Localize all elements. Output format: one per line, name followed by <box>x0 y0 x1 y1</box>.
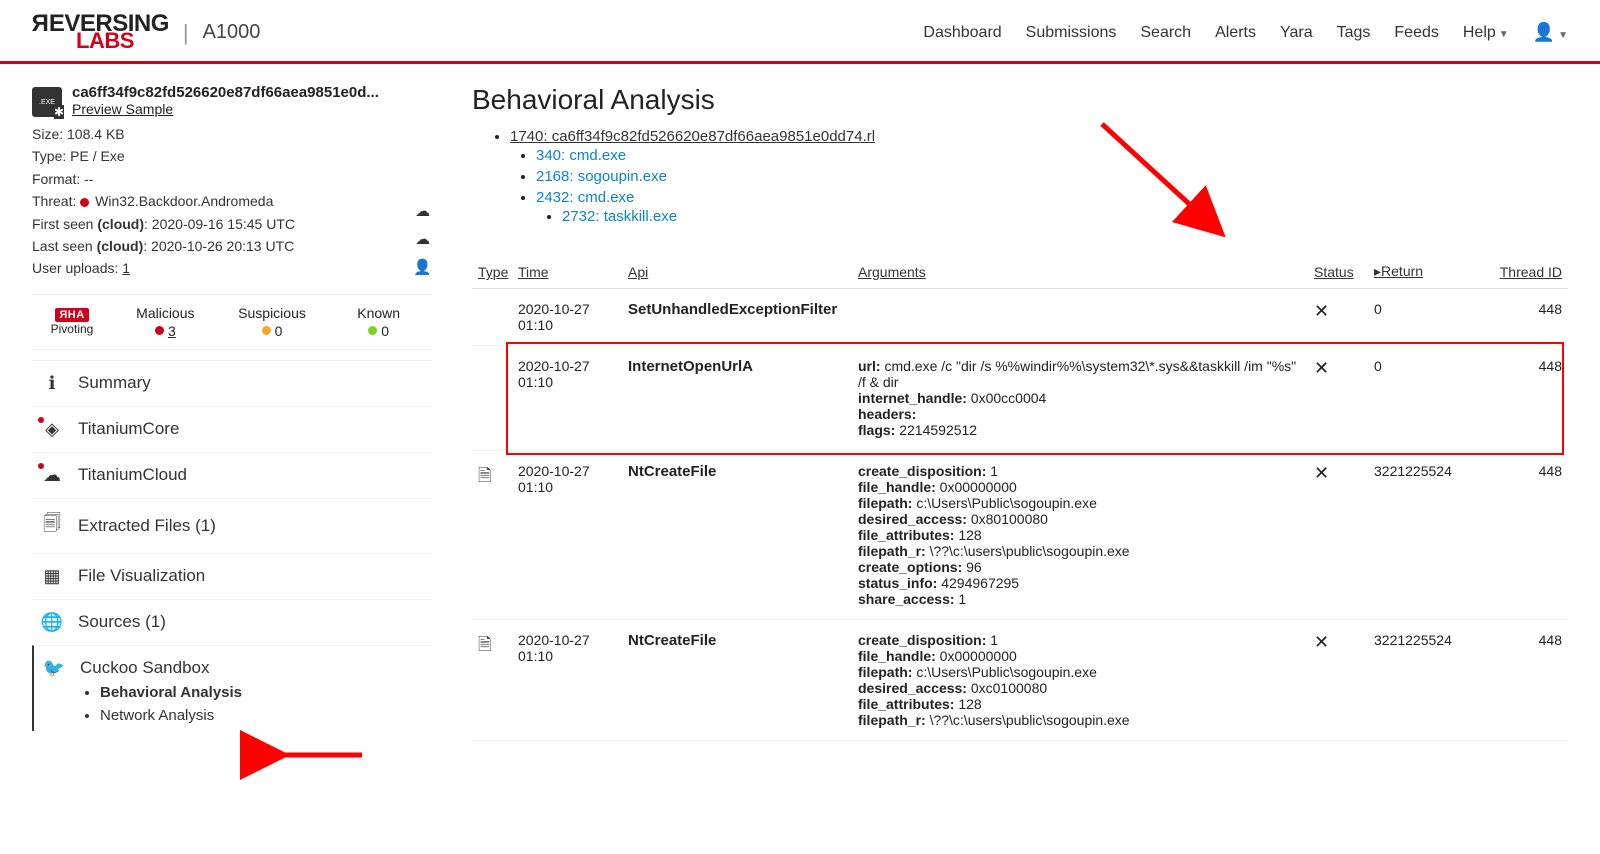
globe-icon: 🌐 <box>40 612 64 633</box>
files-icon: 🗐 <box>40 511 64 541</box>
preview-sample-link[interactable]: Preview Sample <box>72 101 173 117</box>
nav-yara[interactable]: Yara <box>1280 24 1313 42</box>
user-uploads-link[interactable]: 1 <box>122 260 130 276</box>
chevron-down-icon: ▼ <box>1499 29 1509 40</box>
table-row: 2020-10-27 01:10SetUnhandledExceptionFil… <box>472 289 1568 346</box>
file-icon: 🗎 <box>478 466 492 485</box>
col-thread[interactable]: Thread ID <box>1488 255 1568 289</box>
nav-help[interactable]: Help▼ <box>1463 24 1509 42</box>
sidebar-item-summary[interactable]: ℹSummary <box>32 360 432 406</box>
nav-alerts[interactable]: Alerts <box>1215 24 1256 42</box>
behavioral-table: Type Time Api Arguments Status ▸Return T… <box>472 255 1568 741</box>
sidebar-sub-behavioral[interactable]: Behavioral Analysis <box>100 681 424 704</box>
sidebar-item-sources[interactable]: 🌐Sources (1) <box>32 599 432 645</box>
diamond-icon: ◈ <box>40 419 64 440</box>
table-row: 🗎2020-10-27 01:10NtCreateFilecreate_disp… <box>472 451 1568 620</box>
nav-tags[interactable]: Tags <box>1337 24 1371 42</box>
logo[interactable]: REVERSING LABS <box>32 14 169 51</box>
sample-hash: ca6ff34f9c82fd526620e87df66aea9851e0d... <box>72 84 379 101</box>
col-api[interactable]: Api <box>622 255 852 289</box>
cloud-icon: ☁ <box>415 228 430 252</box>
sidebar-item-extracted[interactable]: 🗐Extracted Files (1) <box>32 498 432 553</box>
stat-suspicious[interactable]: Suspicious 0 <box>219 305 326 339</box>
chevron-down-icon: ▼ <box>1558 30 1568 41</box>
tree-root[interactable]: 1740: ca6ff34f9c82fd526620e87df66aea9851… <box>510 128 875 145</box>
tree-child[interactable]: 2168: sogoupin.exe <box>536 168 667 185</box>
file-type-icon: .EXE <box>32 87 62 117</box>
page-title: Behavioral Analysis <box>472 84 1568 116</box>
col-args[interactable]: Arguments <box>852 255 1308 289</box>
nav-search[interactable]: Search <box>1140 24 1191 42</box>
cloud-icon: ☁ <box>40 465 64 486</box>
tree-child[interactable]: 340: cmd.exe <box>536 147 626 164</box>
sandbox-icon: 🐦 <box>42 658 66 679</box>
col-status[interactable]: Status <box>1308 255 1368 289</box>
table-row: 🗎2020-10-27 01:10NtCreateFilecreate_disp… <box>472 620 1568 741</box>
stat-malicious[interactable]: Malicious 3 <box>112 305 219 339</box>
info-icon: ℹ <box>40 373 64 394</box>
tree-grandchild[interactable]: 2732: taskkill.exe <box>562 208 677 225</box>
grid-icon: ▦ <box>40 566 64 587</box>
user-icon: 👤 <box>413 256 432 280</box>
status-x-icon: ✕ <box>1314 358 1329 378</box>
user-menu[interactable]: 👤▼ <box>1533 22 1568 43</box>
sidebar-item-cuckoo[interactable]: 🐦Cuckoo Sandbox Behavioral Analysis Netw… <box>32 645 432 731</box>
file-icon: 🗎 <box>478 635 492 654</box>
nav-feeds[interactable]: Feeds <box>1394 24 1438 42</box>
table-row: 2020-10-27 01:10InternetOpenUrlAurl: cmd… <box>472 346 1568 451</box>
status-x-icon: ✕ <box>1314 632 1329 652</box>
sidebar-item-fileviz[interactable]: ▦File Visualization <box>32 553 432 599</box>
status-x-icon: ✕ <box>1314 301 1329 321</box>
nav-dashboard[interactable]: Dashboard <box>923 24 1001 42</box>
col-time[interactable]: Time <box>512 255 622 289</box>
sidebar-item-titaniumcloud[interactable]: ☁TitaniumCloud <box>32 452 432 498</box>
sidebar-item-titaniumcore[interactable]: ◈TitaniumCore <box>32 406 432 452</box>
nav-submissions[interactable]: Submissions <box>1026 24 1117 42</box>
col-return[interactable]: ▸Return <box>1368 255 1488 289</box>
threat-dot-icon <box>80 198 89 207</box>
tree-child[interactable]: 2432: cmd.exe <box>536 189 634 206</box>
status-x-icon: ✕ <box>1314 463 1329 483</box>
stat-known[interactable]: Known 0 <box>325 305 432 339</box>
col-type[interactable]: Type <box>472 255 512 289</box>
pivoting-badge[interactable]: ЯНА Pivoting <box>32 308 112 336</box>
threat-name[interactable]: Win32.Backdoor.Andromeda <box>95 193 273 209</box>
product-name: A1000 <box>203 21 261 44</box>
cloud-icon: ☁ <box>415 200 430 224</box>
sidebar-sub-network[interactable]: Network Analysis <box>100 704 424 727</box>
